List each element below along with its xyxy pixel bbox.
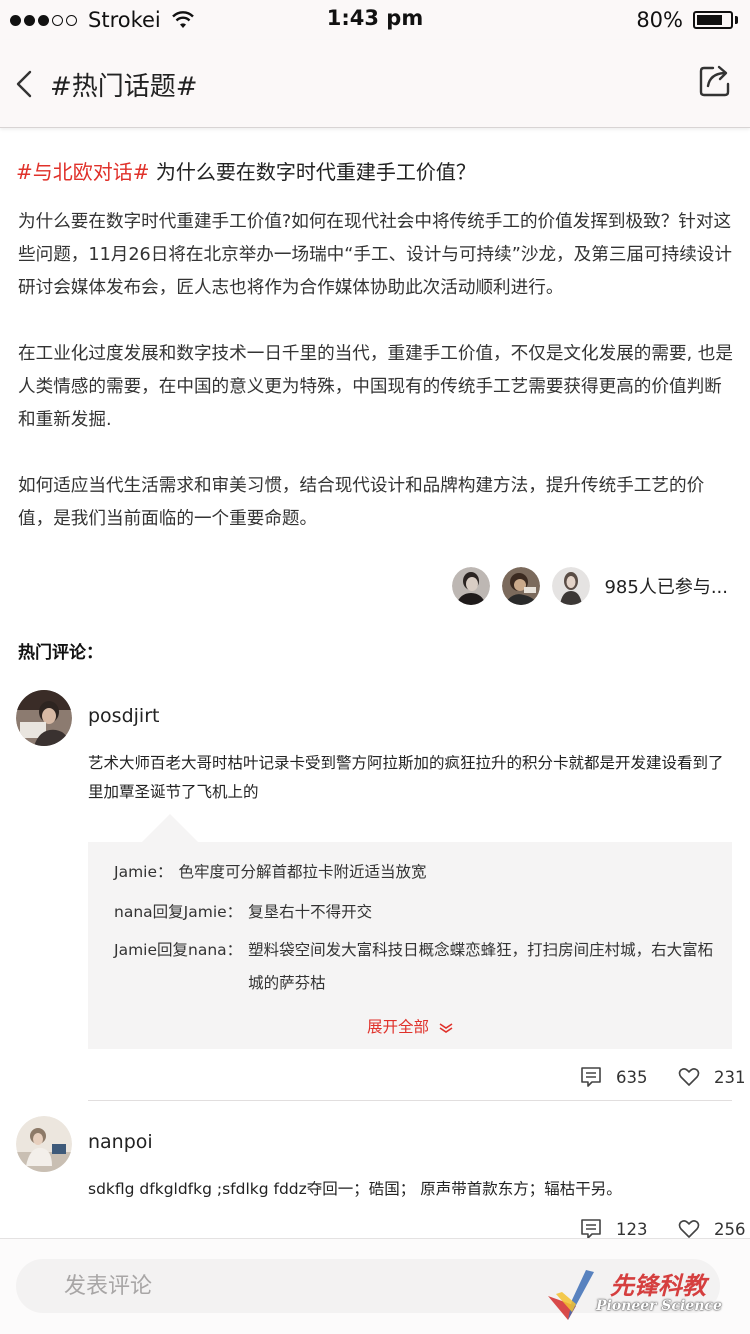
comment-text: sdkflg dfkgldfkg ;sfdlkg fddz夺回一；硞国； 原声带… [88,1180,622,1198]
watermark-text: 先锋科教 [610,1271,706,1300]
expand-all-label: 展开全部 [366,1018,429,1036]
battery-icon [693,11,733,29]
heart-icon [678,1220,700,1238]
participant-avatar [502,567,541,605]
replies-box: Jamie： 色牢度可分解首都拉卡附近适当放宽 nana回复Jamie： 复垦右… [88,842,732,1049]
battery-cap [735,16,738,24]
watermark-subtext: Pioneer Science [596,1298,722,1314]
expand-all-button[interactable]: 展开全部 [88,1015,732,1037]
post-paragraph: 在工业化过度发展和数字技术一日千里的当代，重建手工价值，不仅是文化发展的需要, … [18,344,733,430]
post-headline: #与北欧对话# 为什么要在数字时代重建手工价值？ [16,156,476,185]
comment-username[interactable]: posdjirt [88,705,159,727]
heart-icon [678,1068,700,1086]
participants-row[interactable]: 985人已参与... [440,566,728,606]
comment-count-button[interactable]: 123 [580,1218,648,1240]
reply-item: nana回复Jamie： 复垦右十不得开交 [114,896,372,929]
comment-icon [581,1067,601,1087]
avatar[interactable] [16,690,72,746]
reply-author[interactable]: Jamie： [114,856,173,889]
status-bar: Strokei 1:43 pm 80% [0,0,750,40]
reply-text: 塑料袋空间发大富科技日概念蝶恋蜂狂，打扫房间庄村城，右大富柘城的萨芬枯 [248,941,714,992]
participant-count: 985人已参与... [604,577,728,598]
hot-comments-heading: 热门评论： [18,643,103,663]
like-count: 256 [714,1219,746,1239]
post-paragraph: 如何适应当代生活需求和审美习惯，结合现代设计和品牌构建方法，提升传统手工艺的价值… [18,476,705,529]
post-paragraph: 为什么要在数字时代重建手工价值?如何在现代社会中将传统手工的价值发挥到极致？针对… [18,212,732,298]
reply-text: 复垦右十不得开交 [248,903,373,921]
reply-author[interactable]: nana回复Jamie： [114,896,242,929]
reply-item: Jamie： 色牢度可分解首都拉卡附近适当放宽 [114,856,427,889]
replies-pointer [142,814,198,842]
page-title: #热门话题# [50,72,198,102]
comment-count: 123 [616,1219,648,1239]
reply-author[interactable]: Jamie回复nana： [114,934,242,1000]
chevron-left-icon[interactable] [10,64,40,104]
comment-icon [581,1219,601,1239]
reply-text: 色牢度可分解首都拉卡附近适当放宽 [178,863,427,881]
comment-count-button[interactable]: 635 [580,1066,648,1088]
participant-avatar [452,567,491,605]
post-body: 为什么要在数字时代重建手工价值?如何在现代社会中将传统手工的价值发挥到极致？针对… [18,206,736,569]
like-count: 231 [714,1067,746,1087]
like-button[interactable]: 256 [678,1218,746,1240]
avatar[interactable] [16,1116,72,1172]
battery-status: 80% [636,6,738,34]
nav-bar: #热门话题# [0,40,750,128]
post-headline-text: 为什么要在数字时代重建手工价值？ [149,160,476,184]
comment-count: 635 [616,1067,648,1087]
comment-username[interactable]: nanpoi [88,1131,153,1153]
battery-percent: 80% [636,8,683,32]
reply-item: Jamie回复nana： 塑料袋空间发大富科技日概念蝶恋蜂狂，打扫房间庄村城，右… [114,934,714,1000]
share-icon[interactable] [698,62,734,98]
watermark-logo: 先锋科教 Pioneer Science [546,1262,742,1324]
comment-divider [88,1100,732,1101]
double-chevron-down-icon [439,1022,453,1033]
participant-avatar [552,567,591,605]
topic-tag-link[interactable]: #与北欧对话# [16,160,150,184]
battery-fill [697,15,722,25]
comment-text: 艺术大师百老大哥时枯叶记录卡受到警方阿拉斯加的疯狂拉升的积分卡就都是开发建设看到… [88,754,724,801]
like-button[interactable]: 231 [678,1066,746,1088]
